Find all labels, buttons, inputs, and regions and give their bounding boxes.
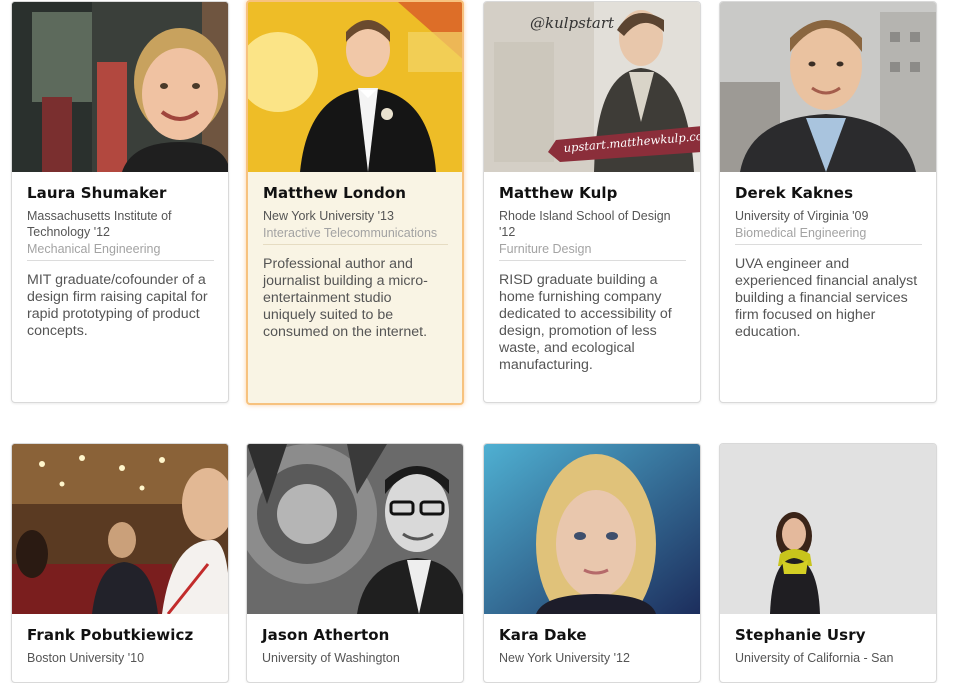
profile-photo: upstart.matthewkulp.com @kulpstart [484,2,700,172]
profile-description: MIT graduate/cofounder of a design firm … [27,272,208,339]
profile-photo [720,444,936,614]
profile-photo [247,444,463,614]
profile-major: Furniture Design [499,242,592,256]
profile-description: UVA engineer and experienced financial a… [735,256,918,340]
profile-school: Boston University '10 [27,651,145,665]
profile-photo [484,444,700,614]
profile-major: Mechanical Engineering [27,242,161,256]
profile-card-matthew-london[interactable]: Matthew London New York University '13 I… [246,0,464,405]
profile-name[interactable]: Derek Kaknes [735,184,922,202]
profile-school: University of Virginia '09 [735,209,869,223]
profile-photo [248,2,462,172]
profile-description: RISD graduate building a home furnishing… [499,272,672,373]
profile-name[interactable]: Matthew Kulp [499,184,686,202]
profile-name[interactable]: Kara Dake [499,626,686,644]
profile-name[interactable]: Jason Atherton [262,626,449,644]
profile-name[interactable]: Frank Pobutkiewicz [27,626,214,644]
profile-school: University of California - San [735,651,894,665]
photo-handle: @kulpstart [530,14,615,32]
profile-card-derek-kaknes[interactable]: Derek Kaknes University of Virginia '09 … [719,1,937,403]
profile-card-kara-dake[interactable]: Kara Dake New York University '12 [483,443,701,683]
profile-card-laura-shumaker[interactable]: Laura Shumaker Massachusetts Institute o… [11,1,229,403]
profile-card-stephanie-usry[interactable]: Stephanie Usry University of California … [719,443,937,683]
profile-photo [12,444,228,614]
profile-name[interactable]: Matthew London [263,184,448,202]
profile-school: Massachusetts Institute of Technology '1… [27,209,172,239]
profile-card-frank-pobutkiewicz[interactable]: Frank Pobutkiewicz Boston University '10 [11,443,229,683]
profile-photo [12,2,228,172]
profile-name[interactable]: Laura Shumaker [27,184,214,202]
profile-photo [720,2,936,172]
profile-major: Interactive Telecommunications [263,226,438,240]
profile-name[interactable]: Stephanie Usry [735,626,922,644]
profile-school: University of Washington [262,651,400,665]
profile-description: Professional author and journalist build… [263,256,428,340]
profile-card-matthew-kulp[interactable]: upstart.matthewkulp.com @kulpstart Matth… [483,1,701,403]
profile-major: Biomedical Engineering [735,226,867,240]
profile-school: New York University '13 [263,209,394,223]
profile-school: New York University '12 [499,651,630,665]
profile-school: Rhode Island School of Design '12 [499,209,671,239]
profile-card-jason-atherton[interactable]: Jason Atherton University of Washington [246,443,464,683]
